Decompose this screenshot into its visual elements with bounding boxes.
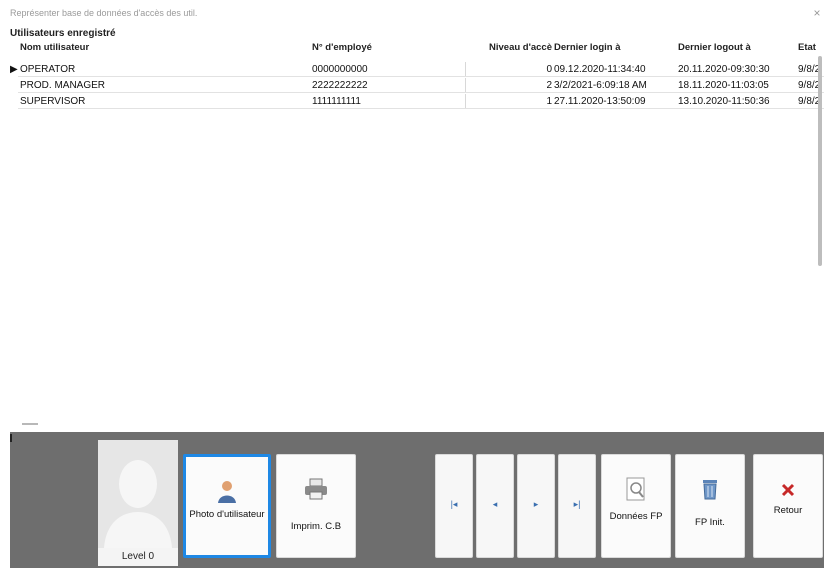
cell-level: 0 [546,64,552,75]
user-icon [186,479,268,503]
window-titlebar: Représenter base de données d'accès des … [0,0,834,26]
column-header-last-logout[interactable]: Dernier logout à [678,42,796,53]
cell-divider [465,62,466,76]
cell-last-login: 3/2/2021-6:09:18 AM [554,80,647,91]
cell-name: SUPERVISOR [20,96,86,107]
cell-level: 1 [546,96,552,107]
user-level-label: Level 0 [98,548,178,566]
column-header-state[interactable]: Etat [798,42,822,53]
cell-level: 2 [546,80,552,91]
fp-data-button[interactable]: Données FP [601,454,671,558]
cell-employee: 1111111111 [312,96,361,107]
cell-last-logout: 13.10.2020-11:50:36 [678,96,770,107]
cell-name: OPERATOR [20,64,76,75]
fingerprint-search-icon [602,477,670,501]
print-barcode-label: Imprim. C.B [290,521,342,532]
users-table[interactable]: Nom utilisateur N° d'employé Niveau d'ac… [10,40,824,412]
last-record-icon: ▸| [573,499,581,509]
user-photo-label: Photo d'utilisateur [189,509,265,520]
first-record-icon: |◂ [450,499,458,509]
cell-last-logout: 18.11.2020-11:03:05 [678,80,769,91]
trash-icon [676,477,744,501]
last-record-button[interactable]: ▸| [558,454,596,558]
avatar: Level 0 [98,440,178,566]
next-record-button[interactable]: ▸ [517,454,555,558]
row-divider [18,108,824,109]
first-record-button[interactable]: |◂ [435,454,473,558]
cell-last-login: 27.11.2020-13:50:09 [554,96,646,107]
back-label: Retour [773,505,803,516]
vertical-scrollbar[interactable] [818,56,822,266]
horizontal-scrollbar[interactable] [22,423,38,425]
fp-init-button[interactable]: FP Init. [675,454,745,558]
back-button[interactable]: Retour [753,454,823,558]
cell-last-logout: 20.11.2020-09:30:30 [678,64,770,75]
print-barcode-button[interactable]: Imprim. C.B [276,454,356,558]
close-icon [754,483,822,507]
cell-divider [465,78,466,92]
column-header-name[interactable]: Nom utilisateur [20,42,310,53]
cell-name: PROD. MANAGER [20,80,106,91]
row-divider [18,76,824,77]
section-label: Utilisateurs enregistré [10,28,116,39]
window-title: Représenter base de données d'accès des … [10,8,198,18]
user-photo-button[interactable]: Photo d'utilisateur [183,454,271,558]
cell-employee: 2222222222 [312,80,368,91]
close-button[interactable]: × [808,4,826,22]
previous-record-button[interactable]: ◂ [476,454,514,558]
column-header-last-login[interactable]: Dernier login à [554,42,676,53]
user-silhouette-icon [98,440,178,548]
table-row[interactable]: ▶ OPERATOR 0000000000 0 09.12.2020-11:34… [10,62,824,76]
cell-employee: 0000000000 [312,64,368,75]
row-divider [18,92,824,93]
cell-divider [465,94,466,108]
panel-marker [10,434,12,442]
table-row[interactable]: PROD. MANAGER 2222222222 2 3/2/2021-6:09… [10,78,824,92]
cell-last-login: 09.12.2020-11:34:40 [554,64,646,75]
table-header: Nom utilisateur N° d'employé Niveau d'ac… [10,40,824,54]
column-header-level[interactable]: Niveau d'accè [466,42,552,53]
current-row-indicator-icon: ▶ [10,64,18,75]
printer-icon [277,477,355,501]
next-icon: ▸ [533,499,539,509]
fp-init-label: FP Init. [695,517,725,528]
table-row[interactable]: SUPERVISOR 1111111111 1 27.11.2020-13:50… [10,94,824,108]
fp-data-label: Données FP [609,511,663,522]
column-header-employee[interactable]: N° d'employé [312,42,462,53]
previous-icon: ◂ [492,499,498,509]
bottom-toolbar: Level 0 Photo d'utilisateur Imprim. C.B … [10,432,824,568]
